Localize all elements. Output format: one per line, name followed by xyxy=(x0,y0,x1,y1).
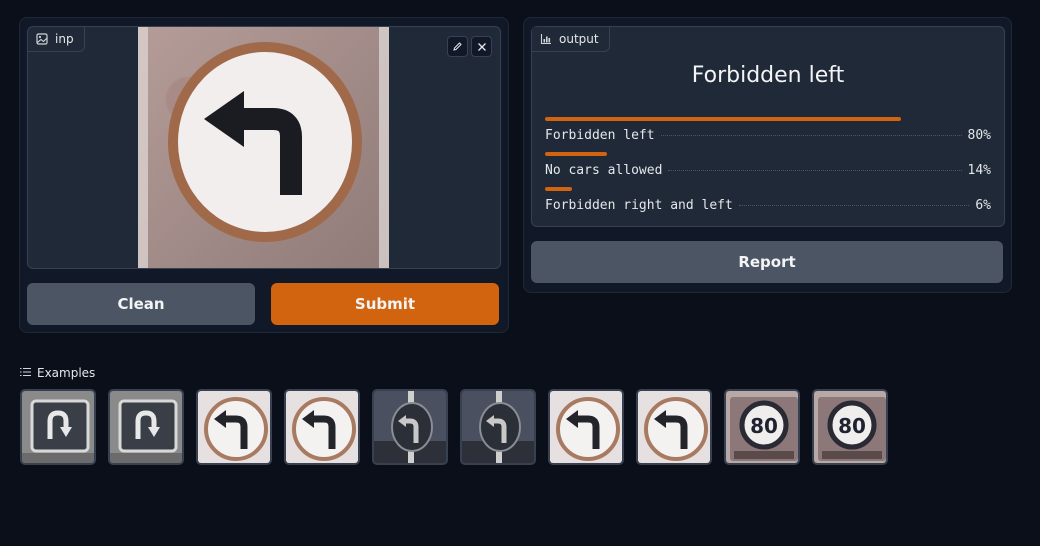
example-thumbnail[interactable] xyxy=(108,389,184,465)
input-label: inp xyxy=(28,27,85,52)
example-thumbnail[interactable]: 80 xyxy=(812,389,888,465)
confidence-bar xyxy=(545,187,572,191)
confidence-label: No cars allowed xyxy=(545,163,663,178)
example-thumbnail[interactable] xyxy=(196,389,272,465)
image-icon xyxy=(36,33,48,45)
example-thumbnail[interactable] xyxy=(284,389,360,465)
confidence-label: Forbidden left xyxy=(545,128,655,143)
example-thumbnail[interactable] xyxy=(20,389,96,465)
confidence-row: Forbidden right and left 6% xyxy=(545,187,991,213)
input-image xyxy=(138,27,389,268)
confidence-percent: 14% xyxy=(967,163,991,178)
confidence-row: No cars allowed 14% xyxy=(545,152,991,178)
confidence-bar xyxy=(545,152,607,156)
input-label-text: inp xyxy=(55,32,74,46)
examples-label: Examples xyxy=(37,366,96,380)
svg-text:80: 80 xyxy=(838,414,866,438)
submit-button[interactable]: Submit xyxy=(271,283,499,325)
bar-chart-icon xyxy=(540,33,552,45)
confidence-row: Forbidden left 80% xyxy=(545,117,991,143)
pencil-icon xyxy=(452,37,463,56)
example-thumbnail[interactable] xyxy=(636,389,712,465)
clean-button[interactable]: Clean xyxy=(27,283,255,325)
close-icon xyxy=(477,37,487,56)
confidence-bar xyxy=(545,117,901,121)
example-thumbnail[interactable]: 80 xyxy=(724,389,800,465)
edit-button[interactable] xyxy=(447,36,468,57)
example-thumbnail[interactable] xyxy=(460,389,536,465)
image-input[interactable]: inp xyxy=(27,26,501,269)
confidence-percent: 80% xyxy=(967,128,991,143)
report-button[interactable]: Report xyxy=(531,241,1003,283)
output-panel: output Forbidden left Forbidden left 80%… xyxy=(523,17,1012,293)
clear-image-button[interactable] xyxy=(471,36,492,57)
examples-header: Examples xyxy=(20,366,95,380)
confidence-percent: 6% xyxy=(975,198,991,213)
output-label: output xyxy=(532,27,610,52)
list-icon xyxy=(20,366,31,380)
example-thumbnail[interactable] xyxy=(548,389,624,465)
output-label-text: output xyxy=(559,32,599,46)
predicted-label: Forbidden left xyxy=(691,63,845,88)
example-thumbnail[interactable] xyxy=(372,389,448,465)
forbidden-left-sign xyxy=(168,42,362,242)
label-output: output Forbidden left Forbidden left 80%… xyxy=(531,26,1005,227)
confidence-label: Forbidden right and left xyxy=(545,198,733,213)
input-panel: inp Clean Submit xyxy=(19,17,509,333)
svg-text:80: 80 xyxy=(750,414,778,438)
